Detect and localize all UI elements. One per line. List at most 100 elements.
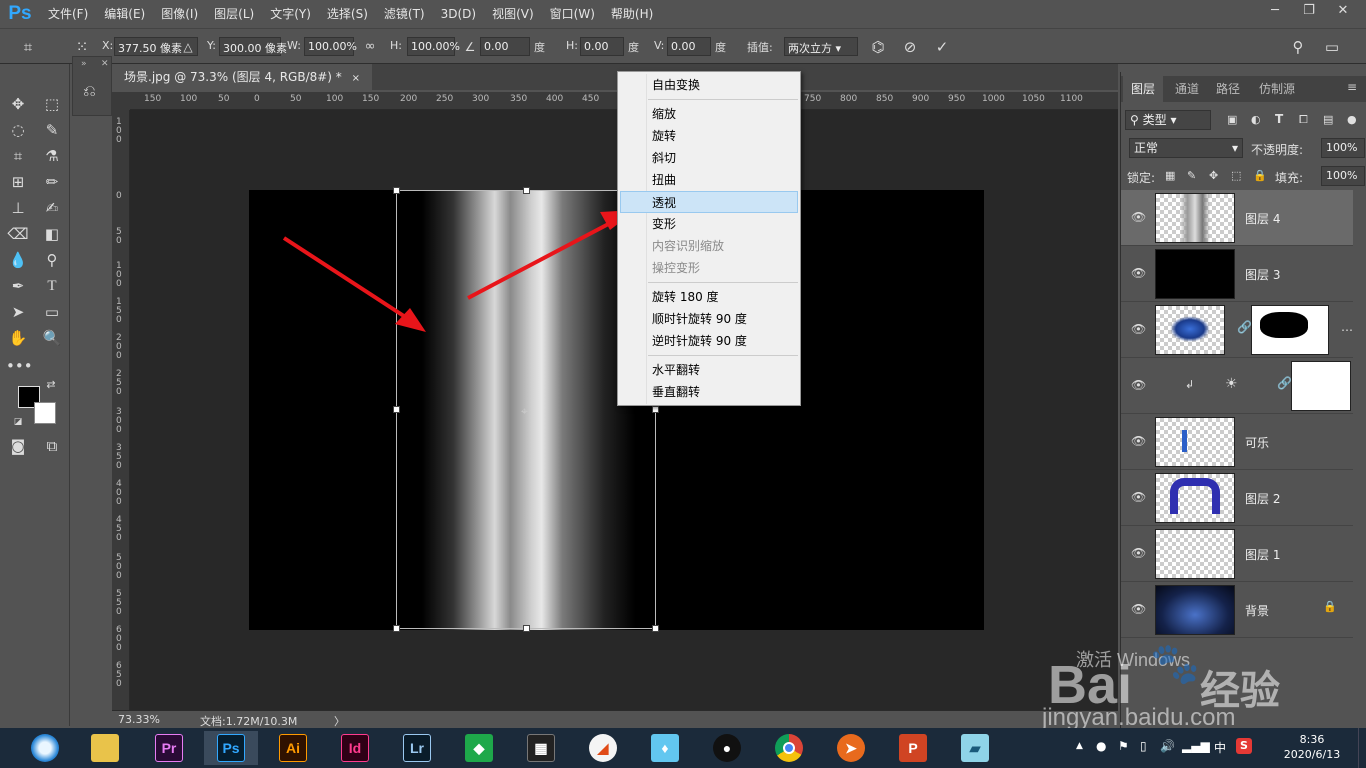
minimize-icon[interactable]: ─ xyxy=(1258,0,1292,22)
quick-mask-icon[interactable]: ◙ xyxy=(6,434,30,458)
layer-mask-thumbnail[interactable] xyxy=(1251,305,1329,355)
height-field[interactable]: 100.00% xyxy=(407,37,460,56)
visibility-eye-icon[interactable]: 👁 xyxy=(1131,546,1146,560)
lock-transparent-icon[interactable]: ▦ xyxy=(1165,169,1175,182)
taskbar-photoshop[interactable]: Ps xyxy=(204,731,258,765)
quick-select-tool-icon[interactable]: ✎ xyxy=(40,118,64,142)
eraser-tool-icon[interactable]: ⌫ xyxy=(6,222,30,246)
blend-mode-select[interactable]: 正常 ▾ xyxy=(1129,138,1243,158)
cancel-transform-icon[interactable]: ⊘ xyxy=(900,37,920,57)
menu-item-perspective[interactable]: 透视 xyxy=(620,191,798,213)
workspace-icon[interactable]: ▭ xyxy=(1322,37,1342,57)
close-icon[interactable]: ✕ xyxy=(1326,0,1360,22)
pen-tool-icon[interactable]: ✒ xyxy=(6,274,30,298)
default-colors-icon[interactable]: ◪ xyxy=(12,416,24,428)
menu-item-distort[interactable]: 扭曲 xyxy=(618,169,800,191)
taskbar-qq[interactable]: ● xyxy=(700,731,754,765)
vertical-ruler[interactable]: 100 0 50 100 150 200 250 300 350 400 450… xyxy=(112,110,130,710)
layer-row[interactable]: 👁 🔗 … xyxy=(1121,302,1353,358)
layer-name[interactable]: 图层 2 xyxy=(1245,490,1280,507)
menu-item-flip-vertical[interactable]: 垂直翻转 xyxy=(618,381,800,403)
layer-row[interactable]: 👁 图层 4 xyxy=(1121,190,1353,246)
brush-tool-icon[interactable]: ✏ xyxy=(40,170,64,194)
layer-row[interactable]: 👁 ↲ ☀ 🔗 xyxy=(1121,358,1353,414)
menu-item-free-transform[interactable]: 自由变换 xyxy=(618,74,800,96)
ime-indicator[interactable]: 中 xyxy=(1214,739,1226,756)
hand-tool-icon[interactable]: ✋ xyxy=(6,326,30,350)
zoom-level[interactable]: 73.33% xyxy=(118,713,160,726)
transform-handle[interactable] xyxy=(523,187,530,194)
delta-icon[interactable]: △ xyxy=(178,37,198,57)
lock-pixels-icon[interactable]: ✎ xyxy=(1187,169,1196,182)
visibility-eye-icon[interactable]: 👁 xyxy=(1131,490,1146,504)
reference-point-icon[interactable]: ⁙ xyxy=(72,37,92,57)
filter-adjustment-icon[interactable]: ◐ xyxy=(1251,113,1261,126)
chain-link-icon[interactable]: 🔗 xyxy=(1277,376,1292,390)
taskbar-video-editor[interactable]: ▦ xyxy=(514,731,568,765)
dock-close-icon[interactable]: ✕ xyxy=(101,59,109,69)
taskbar-powerpoint[interactable]: P xyxy=(886,731,940,765)
eyedropper-tool-icon[interactable]: ⚗ xyxy=(40,144,64,168)
network-icon[interactable]: ▂▄▆ xyxy=(1182,739,1210,753)
visibility-eye-icon[interactable]: 👁 xyxy=(1131,266,1146,280)
tray-flag-icon[interactable]: ⚑ xyxy=(1118,739,1129,753)
menu-item-flip-horizontal[interactable]: 水平翻转 xyxy=(618,359,800,381)
tab-layers[interactable]: 图层 xyxy=(1123,76,1163,102)
menu-3d[interactable]: 3D(D) xyxy=(433,0,484,28)
status-arrow-icon[interactable]: 〉 xyxy=(334,713,345,729)
document-tab[interactable]: 场景.jpg @ 73.3% (图层 4, RGB/8#) * × xyxy=(112,64,373,90)
transform-handle[interactable] xyxy=(393,187,400,194)
taskbar-explorer[interactable] xyxy=(78,731,132,765)
adjustment-mask-thumbnail[interactable] xyxy=(1291,361,1351,411)
transform-handle[interactable] xyxy=(393,625,400,632)
menu-item-rotate-90-ccw[interactable]: 逆时针旋转 90 度 xyxy=(618,330,800,352)
tab-clone-source[interactable]: 仿制源 xyxy=(1249,76,1305,102)
marquee-tool-icon[interactable]: ⬚ xyxy=(40,92,64,116)
blur-tool-icon[interactable]: 💧 xyxy=(6,248,30,272)
layer-row[interactable]: 👁 图层 1 xyxy=(1121,526,1353,582)
layer-name[interactable]: 图层 1 xyxy=(1245,546,1280,563)
rectangle-tool-icon[interactable]: ▭ xyxy=(40,300,64,324)
menu-filter[interactable]: 滤镜(T) xyxy=(376,0,433,28)
ruler-origin[interactable] xyxy=(112,92,130,110)
menu-item-scale[interactable]: 缩放 xyxy=(618,103,800,125)
screen-mode-icon[interactable]: ⧉ xyxy=(40,434,64,458)
visibility-eye-icon[interactable]: 👁 xyxy=(1131,602,1146,616)
search-icon[interactable]: ⚲ xyxy=(1288,37,1308,57)
filter-type-icon[interactable]: T xyxy=(1275,112,1283,126)
layer-row[interactable]: 👁 可乐 xyxy=(1121,414,1353,470)
visibility-eye-icon[interactable]: 👁 xyxy=(1131,434,1146,448)
tab-paths[interactable]: 路径 xyxy=(1209,76,1247,102)
hskew-field[interactable]: 0.00 xyxy=(580,37,624,56)
menu-item-rotate-180[interactable]: 旋转 180 度 xyxy=(618,286,800,308)
menu-window[interactable]: 窗口(W) xyxy=(542,0,603,28)
menu-select[interactable]: 选择(S) xyxy=(319,0,376,28)
menu-type[interactable]: 文字(Y) xyxy=(262,0,319,28)
filter-smart-icon[interactable]: ▤ xyxy=(1323,113,1333,126)
panel-menu-icon[interactable]: ≡ xyxy=(1347,80,1357,94)
restore-icon[interactable]: ❐ xyxy=(1292,0,1326,22)
transform-handle[interactable] xyxy=(652,625,659,632)
taskbar-indesign[interactable]: Id xyxy=(328,731,382,765)
crop-tool-icon[interactable]: ⌗ xyxy=(6,144,30,168)
lock-position-icon[interactable]: ✥ xyxy=(1209,169,1218,182)
dodge-tool-icon[interactable]: ⚲ xyxy=(40,248,64,272)
path-select-icon[interactable]: ➤ xyxy=(6,300,30,324)
taskbar-premiere[interactable]: Pr xyxy=(142,731,196,765)
history-panel-icon[interactable]: ⎌ xyxy=(83,81,96,101)
layer-name[interactable]: 图层 4 xyxy=(1245,210,1280,227)
taskbar-app-bird[interactable]: ♦ xyxy=(638,731,692,765)
stamp-tool-icon[interactable]: ⊥ xyxy=(6,196,30,220)
type-tool-icon[interactable]: T xyxy=(40,274,64,298)
filter-shape-icon[interactable]: ⧠ xyxy=(1299,113,1308,127)
menu-item-skew[interactable]: 斜切 xyxy=(618,147,800,169)
tray-expand-icon[interactable]: ▲ xyxy=(1076,741,1083,751)
menu-help[interactable]: 帮助(H) xyxy=(603,0,661,28)
interpolation-select[interactable]: 两次立方 ▾ xyxy=(784,37,858,56)
dock-expand-icon[interactable]: » xyxy=(81,59,87,69)
zoom-tool-icon[interactable]: 🔍 xyxy=(40,326,64,350)
menu-layer[interactable]: 图层(L) xyxy=(206,0,262,28)
taskbar-illustrator[interactable]: Ai xyxy=(266,731,320,765)
volume-icon[interactable]: 🔊 xyxy=(1160,739,1175,753)
tray-device-icon[interactable]: ▯ xyxy=(1140,739,1147,753)
